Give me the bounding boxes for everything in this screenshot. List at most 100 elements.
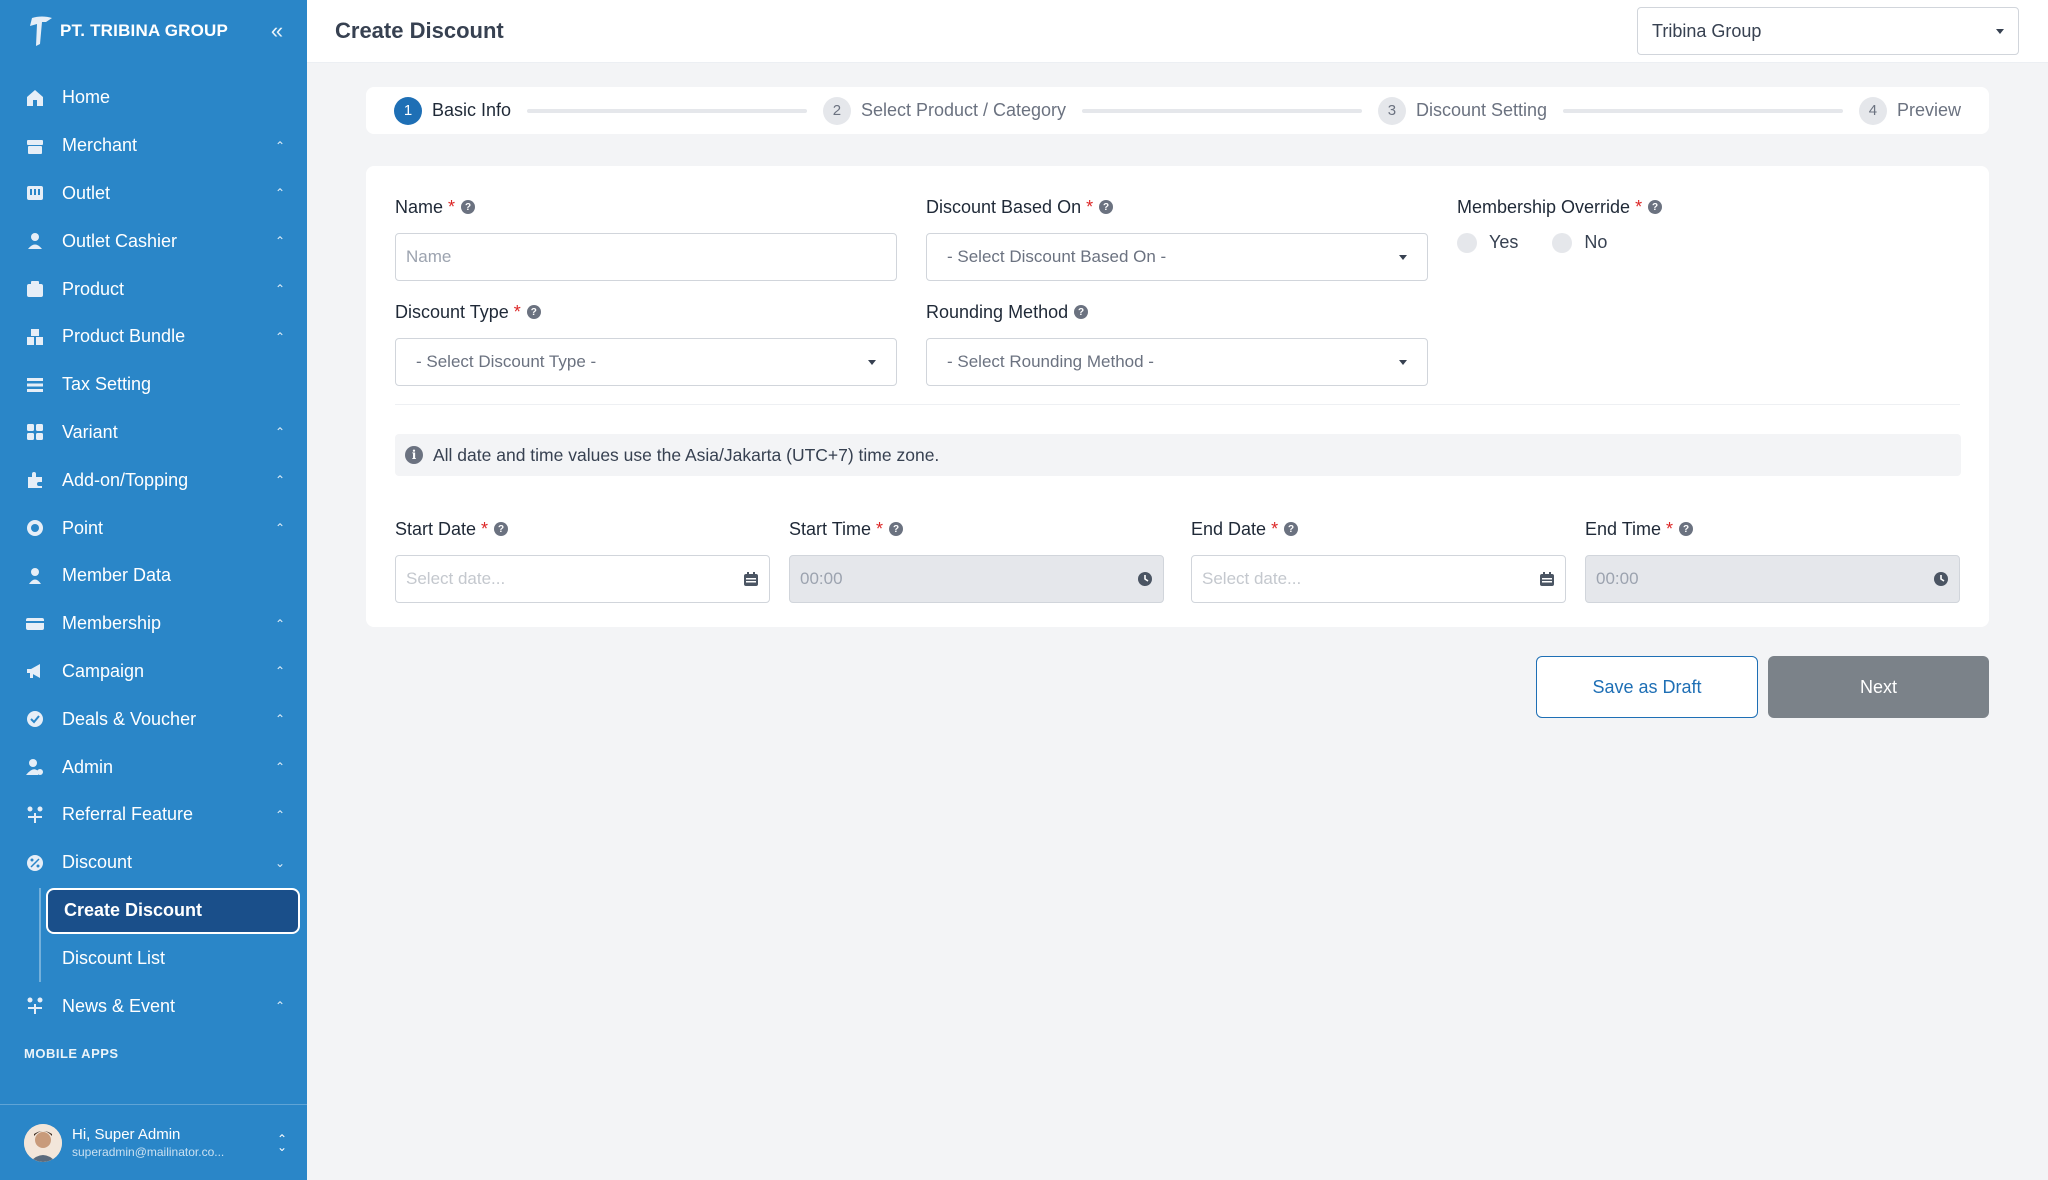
start-time-input[interactable]: 00:00 — [789, 555, 1164, 603]
calendar-icon[interactable] — [1539, 571, 1555, 587]
help-icon[interactable]: ? — [1074, 305, 1089, 319]
chevron-up-icon: ⌃ — [274, 425, 286, 440]
help-icon[interactable]: ? — [1679, 522, 1694, 536]
required-mark: * — [1666, 518, 1674, 539]
membership-no-radio[interactable]: No — [1552, 232, 1607, 253]
news-icon — [24, 995, 46, 1017]
sidebar-item-label: Product — [62, 278, 125, 299]
name-input[interactable]: Name — [395, 233, 897, 281]
name-label: Name — [395, 196, 444, 217]
step-number: 2 — [822, 96, 851, 125]
sidebar-item-add-on-topping[interactable]: Add-on/Topping ⌃ — [0, 456, 307, 504]
sidebar-item-referral-feature[interactable]: Referral Feature ⌃ — [0, 791, 307, 839]
step-connector — [527, 108, 807, 113]
start-date-input[interactable]: Select date... — [395, 555, 770, 603]
help-icon[interactable]: ? — [461, 200, 476, 214]
clock-icon — [1934, 572, 1948, 586]
help-icon[interactable]: ? — [526, 305, 541, 319]
company-select[interactable]: Tribina Group — [1637, 7, 2019, 55]
radio-circle[interactable] — [1457, 232, 1477, 253]
store-icon — [24, 135, 46, 157]
basic-info-form: Name *? Name Discount Based On *? - Select… — [366, 166, 1989, 627]
rounding-method-select[interactable]: - Select Rounding Method - — [926, 338, 1428, 386]
end-date-input[interactable]: Select date... — [1191, 555, 1566, 603]
step-preview[interactable]: 4 Preview — [1858, 96, 1961, 125]
sidebar-item-campaign[interactable]: Campaign ⌃ — [0, 648, 307, 696]
caret-down-icon — [1996, 28, 2004, 34]
radio-circle[interactable] — [1552, 232, 1573, 253]
help-icon[interactable]: ? — [494, 522, 509, 536]
required-mark: * — [1271, 518, 1279, 539]
info-icon: i — [405, 446, 423, 464]
grid-icon — [24, 421, 46, 443]
divider — [395, 404, 1960, 405]
help-icon[interactable]: ? — [1284, 522, 1299, 536]
company-select-value: Tribina Group — [1652, 20, 1762, 41]
sidebar: PT. TRIBINA GROUP « Home Merchant ⌃ Outlet ⌃… — [0, 0, 307, 1180]
help-icon[interactable]: ? — [1099, 200, 1114, 214]
discount-based-on-select[interactable]: - Select Discount Based On - — [926, 233, 1428, 281]
chevron-up-icon: ⌃ — [274, 521, 286, 536]
required-mark: * — [876, 518, 884, 539]
discount-icon — [24, 852, 46, 874]
user-profile[interactable]: Hi, Super Admin superadmin@mailinator.co… — [0, 1104, 307, 1180]
point-icon — [24, 517, 46, 539]
sidebar-item-label: Home — [62, 87, 111, 108]
sidebar-item-home[interactable]: Home — [0, 74, 307, 122]
step-select-product-category[interactable]: 2 Select Product / Category — [822, 96, 1066, 125]
brand-logo-icon — [30, 16, 52, 46]
sidebar-item-point[interactable]: Point ⌃ — [0, 504, 307, 552]
sidebar-item-discount[interactable]: Discount ⌄ — [0, 839, 307, 887]
membership-yes-radio[interactable]: Yes — [1457, 232, 1518, 253]
help-icon[interactable]: ? — [1648, 200, 1663, 214]
brand: PT. TRIBINA GROUP « — [0, 0, 307, 62]
end-time-label: End Time — [1585, 518, 1662, 539]
chevron-down-icon: ⌄ — [274, 855, 286, 870]
outlet-icon — [24, 182, 46, 204]
start-date-label: Start Date — [395, 518, 477, 539]
sidebar-subitem-create-discount[interactable]: Create Discount — [46, 887, 300, 934]
chevron-up-icon: ⌃ — [274, 807, 286, 822]
sidebar-item-admin[interactable]: Admin ⌃ — [0, 743, 307, 791]
end-time-input[interactable]: 00:00 — [1585, 555, 1960, 603]
chevron-up-icon: ⌃ — [274, 186, 286, 201]
sidebar-item-outlet-cashier[interactable]: Outlet Cashier ⌃ — [0, 217, 307, 265]
referral-icon — [24, 804, 46, 826]
sidebar-item-variant[interactable]: Variant ⌃ — [0, 409, 307, 457]
sidebar-item-outlet[interactable]: Outlet ⌃ — [0, 170, 307, 218]
save-as-draft-button[interactable]: Save as Draft — [1536, 656, 1758, 718]
required-mark: * — [1635, 196, 1643, 217]
step-discount-setting[interactable]: 3 Discount Setting — [1377, 96, 1547, 125]
step-connector — [1082, 108, 1362, 113]
timezone-notice: i All date and time values use the Asia/… — [395, 434, 1961, 476]
sidebar-item-member-data[interactable]: Member Data — [0, 552, 307, 600]
rounding-method-label: Rounding Method — [926, 301, 1069, 322]
caret-down-icon — [1399, 254, 1407, 260]
topbar: Create Discount Tribina Group — [307, 0, 2048, 63]
sidebar-item-membership[interactable]: Membership ⌃ — [0, 600, 307, 648]
calendar-icon[interactable] — [743, 571, 759, 587]
sidebar-item-tax-setting[interactable]: Tax Setting — [0, 361, 307, 409]
end-time-field: End Time *? 00:00 — [1585, 518, 1960, 603]
discount-type-select[interactable]: - Select Discount Type - — [395, 338, 897, 386]
next-button[interactable]: Next — [1768, 656, 1989, 718]
step-basic-info[interactable]: 1 Basic Info — [394, 96, 511, 125]
sidebar-item-deals-voucher[interactable]: Deals & Voucher ⌃ — [0, 695, 307, 743]
profile-toggle-icon[interactable]: ⌃ ⌄ — [277, 1133, 287, 1153]
sidebar-item-label: Point — [62, 517, 104, 538]
help-icon[interactable]: ? — [889, 522, 904, 536]
membership-override-field: Membership Override *? Yes No — [1457, 196, 1857, 253]
sidebar-item-product-bundle[interactable]: Product Bundle ⌃ — [0, 313, 307, 361]
sidebar-item-merchant[interactable]: Merchant ⌃ — [0, 122, 307, 170]
end-date-placeholder: Select date... — [1202, 569, 1302, 588]
section-label-mobile-apps: MOBILE APPS — [24, 1046, 119, 1062]
chevron-up-icon: ⌃ — [274, 282, 286, 297]
sidebar-subitem-discount-list[interactable]: Discount List — [46, 935, 300, 983]
name-placeholder: Name — [406, 247, 452, 266]
radio-no-label: No — [1584, 232, 1608, 252]
chevron-up-icon: ⌃ — [274, 616, 286, 631]
sidebar-item-news-event[interactable]: News & Event ⌃ — [0, 982, 307, 1030]
collapse-sidebar-icon[interactable]: « — [267, 18, 287, 44]
sidebar-item-product[interactable]: Product ⌃ — [0, 265, 307, 313]
name-field: Name *? Name — [395, 196, 897, 281]
